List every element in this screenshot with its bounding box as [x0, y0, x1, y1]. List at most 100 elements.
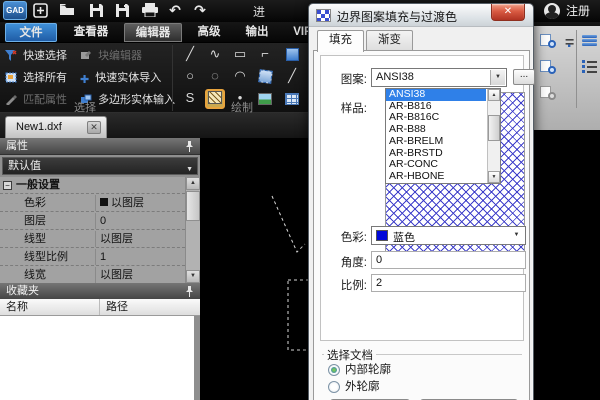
- property-grid: − 一般设置 色彩 以图层 图层 0 线型 以图层 线型比例 1 线宽 以图层: [0, 177, 200, 283]
- quick-entity-import-button[interactable]: ✚ 快速实体导入: [80, 69, 161, 87]
- tab-fill[interactable]: 填充: [317, 30, 364, 52]
- pin-icon[interactable]: [185, 141, 194, 152]
- column-name[interactable]: 名称: [0, 299, 100, 315]
- favorites-column-headers: 名称 路径: [0, 299, 200, 316]
- document-tab-bar: New1.dxf ✕: [0, 113, 308, 138]
- draw-line-tool[interactable]: ╱: [180, 45, 200, 65]
- properties-panel-title: 属性: [6, 140, 28, 152]
- color-swatch-black: [100, 198, 108, 206]
- list-scrollbar[interactable]: ▲ ▼: [487, 89, 500, 183]
- redo-icon[interactable]: ↷: [190, 2, 210, 19]
- outer-contour-option[interactable]: 外轮廓: [328, 380, 448, 394]
- layer-list-icon[interactable]: [582, 60, 598, 74]
- dialog-title-bar[interactable]: 边界图案填充与过渡色 ✕: [309, 4, 533, 27]
- document-close-icon[interactable]: ✕: [87, 121, 101, 134]
- dropdown-arrow-icon: ▼: [509, 228, 524, 243]
- property-value: 以图层: [95, 231, 185, 247]
- property-row-ltscale[interactable]: 线型比例 1: [0, 249, 185, 266]
- register-button[interactable]: 注册: [544, 2, 590, 20]
- browse-pattern-button[interactable]: ...: [513, 69, 535, 85]
- property-grid-scrollbar[interactable]: ▲ ▼: [185, 177, 200, 283]
- property-row-layer[interactable]: 图层 0: [0, 213, 185, 230]
- scroll-up-icon[interactable]: ▲: [488, 89, 500, 101]
- inner-contour-label: 内部轮廓: [345, 363, 391, 377]
- favorites-list[interactable]: [0, 316, 197, 400]
- favorites-panel-header: 收藏夹: [0, 283, 200, 300]
- draw-arc-tool[interactable]: ◠: [230, 67, 250, 87]
- inner-contour-option[interactable]: 内部轮廓: [328, 363, 448, 377]
- pattern-value: ANSI38: [376, 71, 414, 83]
- draw-polyline-tool[interactable]: ⌐: [255, 45, 275, 65]
- preset-value: 默认值: [8, 160, 41, 172]
- property-label: 色彩: [24, 195, 92, 211]
- pattern-label: 图案:: [329, 71, 367, 87]
- pattern-option-selected[interactable]: ANSI38: [386, 89, 486, 101]
- property-row-color[interactable]: 色彩 以图层: [0, 195, 185, 212]
- preset-dropdown[interactable]: 默认值 ▼: [2, 157, 198, 175]
- save-icon[interactable]: [86, 2, 106, 19]
- draw-pencil-tool[interactable]: ╱: [282, 67, 302, 87]
- select-document-label: 选择文档: [324, 347, 376, 363]
- user-icon: [544, 3, 560, 19]
- pattern-option[interactable]: AR-HBONE: [386, 171, 486, 183]
- register-label: 注册: [566, 4, 590, 18]
- layers-stack-icon[interactable]: [582, 34, 598, 48]
- layer-settings-icon[interactable]: [540, 86, 556, 100]
- menu-tab-advanced[interactable]: 高级: [186, 23, 232, 42]
- scroll-up-icon[interactable]: ▲: [186, 177, 200, 190]
- draw-circle-tool[interactable]: ○: [180, 67, 200, 87]
- draw-region-tool[interactable]: [255, 67, 275, 87]
- property-row-linetype[interactable]: 线型 以图层: [0, 231, 185, 248]
- property-value: 以图层: [95, 195, 185, 211]
- quick-select-button[interactable]: 快速选择: [5, 47, 67, 65]
- property-label: 线型比例: [24, 249, 92, 265]
- property-row-lineweight[interactable]: 线宽 以图层: [0, 267, 185, 284]
- quick-entity-import-icon: ✚: [80, 71, 89, 89]
- scroll-thumb[interactable]: [186, 191, 200, 221]
- scroll-thumb[interactable]: [488, 115, 500, 141]
- insert-block-tool[interactable]: [282, 45, 302, 65]
- pattern-dropdown[interactable]: ANSI38 ▼: [371, 68, 507, 87]
- draw-rectangle-tool[interactable]: ▭: [230, 45, 250, 65]
- draw-spline-tool[interactable]: ∿: [205, 45, 225, 65]
- property-value: 1: [95, 249, 185, 265]
- favorites-panel-title: 收藏夹: [6, 285, 39, 297]
- pin-icon[interactable]: [185, 286, 194, 297]
- angle-input[interactable]: 0: [371, 251, 526, 269]
- tab-gradient[interactable]: 渐变: [366, 30, 413, 50]
- scale-input[interactable]: 2: [371, 274, 526, 292]
- outer-contour-label: 外轮廓: [345, 380, 380, 394]
- print-icon[interactable]: [140, 2, 160, 19]
- undo-icon[interactable]: ↶: [165, 2, 185, 19]
- layer-states-icon[interactable]: [540, 60, 556, 74]
- select-all-icon: [5, 72, 17, 83]
- dialog-title: 边界图案填充与过渡色: [337, 8, 457, 25]
- new-file-icon[interactable]: [30, 2, 50, 19]
- open-file-icon[interactable]: [57, 2, 77, 19]
- document-tab-label: New1.dxf: [16, 121, 62, 133]
- scroll-down-icon[interactable]: ▼: [488, 171, 500, 183]
- scroll-down-icon[interactable]: ▼: [186, 270, 200, 283]
- color-dropdown[interactable]: 蓝色 ▼: [371, 226, 526, 245]
- menu-tab-viewer[interactable]: 查看器: [62, 23, 120, 42]
- menu-tab-file[interactable]: 文件: [5, 23, 57, 42]
- document-tab[interactable]: New1.dxf ✕: [5, 116, 107, 138]
- pattern-option[interactable]: AR-BRELM: [386, 136, 486, 148]
- menu-tab-editor[interactable]: 编辑器: [124, 23, 182, 42]
- select-all-button[interactable]: 选择所有: [5, 69, 67, 87]
- draw-ellipse-tool[interactable]: ◌: [205, 67, 225, 87]
- sample-label: 样品:: [329, 100, 367, 116]
- save-as-icon[interactable]: [112, 2, 132, 19]
- dropdown-arrow-icon: ▼: [186, 162, 193, 178]
- window-title: 进: [253, 3, 265, 20]
- collapse-icon[interactable]: −: [3, 181, 12, 190]
- column-path[interactable]: 路径: [100, 299, 197, 315]
- dialog-close-button[interactable]: ✕: [491, 4, 525, 21]
- layer-properties-icon[interactable]: [540, 34, 556, 48]
- gad-logo[interactable]: GAD: [3, 1, 27, 20]
- layer-small-icon[interactable]: [562, 37, 575, 48]
- select-all-label: 选择所有: [23, 72, 67, 84]
- menu-tab-output[interactable]: 输出: [234, 23, 280, 42]
- block-editor-button[interactable]: 块编辑器: [80, 47, 142, 65]
- property-section-row[interactable]: − 一般设置: [0, 177, 185, 194]
